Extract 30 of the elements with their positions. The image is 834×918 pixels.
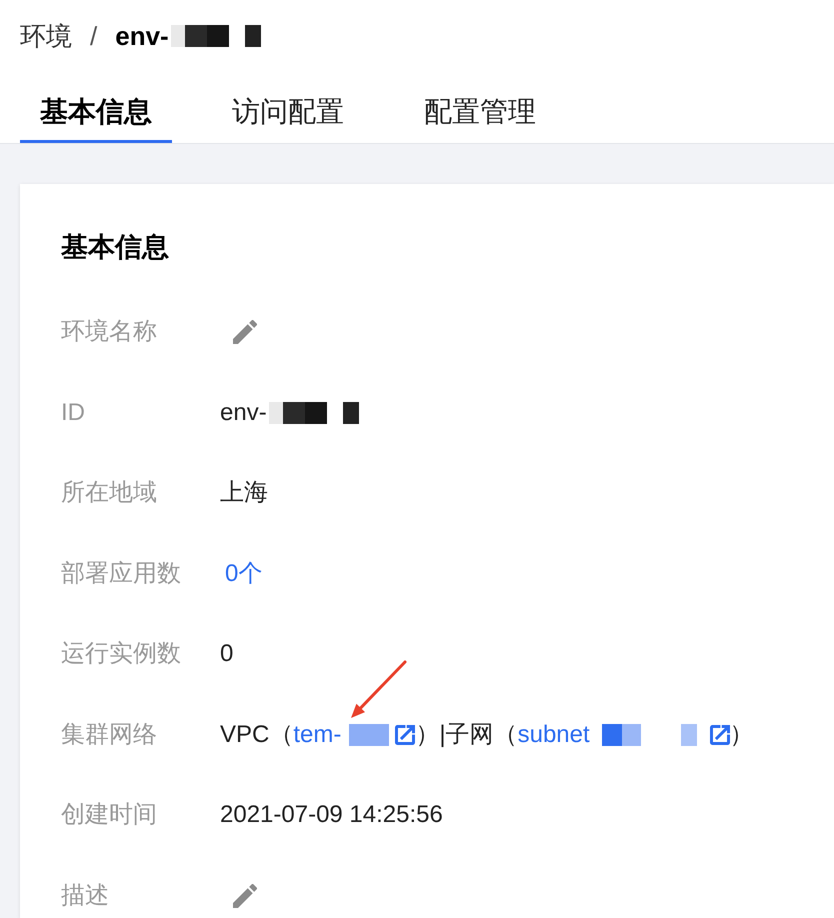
field-value: 上海 bbox=[220, 478, 268, 508]
breadcrumb-separator: / bbox=[90, 20, 98, 53]
edit-icon[interactable] bbox=[233, 320, 257, 344]
field-label: ID bbox=[61, 398, 85, 428]
annotation-arrow bbox=[351, 660, 406, 718]
breadcrumb-current: env- bbox=[115, 20, 169, 53]
breadcrumb-link[interactable]: 环境 bbox=[20, 18, 72, 54]
edit-icon[interactable] bbox=[233, 884, 257, 908]
field-label: 环境名称 bbox=[61, 317, 157, 348]
field-label: 描述 bbox=[61, 880, 109, 911]
tab[interactable]: 访问配置 bbox=[212, 84, 364, 143]
field-label: 创建时间 bbox=[61, 800, 157, 830]
external-link-icon[interactable] bbox=[395, 724, 416, 745]
card-title: 基本信息 bbox=[61, 231, 169, 264]
resource-link[interactable]: tem- bbox=[293, 718, 342, 751]
field-label: 所在地域 bbox=[61, 478, 157, 508]
field-label: 运行实例数 bbox=[61, 639, 181, 670]
tab[interactable]: 基本信息 bbox=[20, 84, 172, 143]
field-value: 2021-07-09 14:25:56 bbox=[220, 800, 443, 830]
external-link-icon[interactable] bbox=[710, 724, 730, 745]
field-value: ） bbox=[730, 720, 754, 750]
tab[interactable]: 配置管理 bbox=[404, 84, 556, 143]
field-label: 部署应用数 bbox=[61, 558, 181, 589]
field-value: VPC（ bbox=[220, 720, 294, 750]
field-label: 集群网络 bbox=[61, 720, 157, 750]
field-value: ）|子网（ bbox=[415, 720, 518, 750]
resource-link[interactable]: subnet bbox=[518, 718, 590, 751]
field-value: env- bbox=[220, 398, 267, 428]
field-value: 0 bbox=[220, 639, 234, 670]
value-link[interactable]: 0个 bbox=[225, 558, 262, 590]
